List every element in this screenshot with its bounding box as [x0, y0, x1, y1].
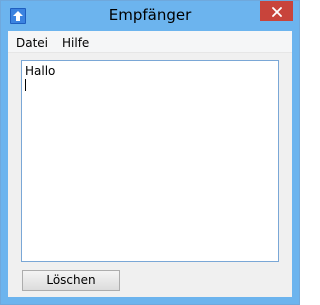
textarea-value: Hallo — [25, 64, 56, 78]
app-window: Empfänger Datei Hilfe Hallo Löschen — [0, 0, 300, 305]
close-icon — [271, 2, 282, 21]
menu-bar: Datei Hilfe — [8, 31, 292, 53]
close-button[interactable] — [260, 1, 293, 21]
window-title: Empfänger — [108, 6, 192, 24]
message-textarea[interactable]: Hallo — [21, 60, 279, 262]
text-caret — [25, 79, 26, 91]
client-area: Datei Hilfe Hallo Löschen — [8, 31, 292, 297]
menu-item-datei[interactable]: Datei — [16, 36, 48, 50]
title-bar[interactable]: Empfänger — [1, 1, 299, 31]
clear-button[interactable]: Löschen — [22, 270, 120, 291]
menu-item-hilfe[interactable]: Hilfe — [62, 36, 89, 50]
